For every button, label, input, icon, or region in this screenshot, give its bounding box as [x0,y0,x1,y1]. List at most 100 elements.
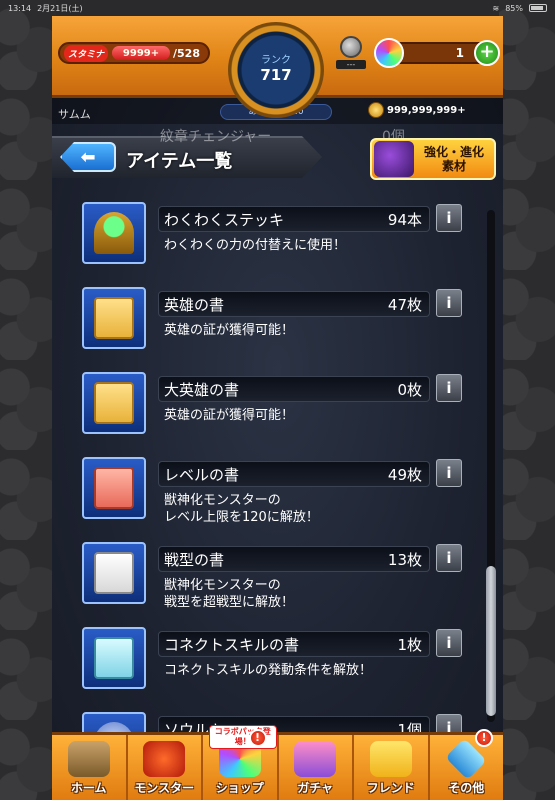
battery-icon [529,4,547,12]
alert-badge: ! [248,729,267,747]
tab-label: ガチャ [297,781,334,795]
item-icon-frame [82,372,146,434]
item-desc: 英雄の証が獲得可能！ [164,322,294,339]
stamina-label: スタミナ [64,44,109,62]
status-time: 13:14 [8,3,32,13]
home-icon [67,741,110,777]
item-qty: 94本 [387,211,422,229]
list-item[interactable]: 戦型の書 13枚 獣神化モンスターの 戦型を超戦型に解放！ i [72,542,472,627]
item-desc: 獣神化モンスターの 戦型を超戦型に解放！ [164,577,294,611]
item-desc-line: 獣神化モンスターの [164,578,281,593]
item-desc-line: 英雄の証が獲得可能！ [164,408,295,423]
rank-badge[interactable]: ランク 717 [228,22,324,118]
info-button[interactable]: i [436,374,462,402]
item-desc: 獣神化モンスターの レベル上限を120に解放！ [164,492,319,526]
monster-icon [374,141,414,177]
orb-icon [374,38,404,68]
tab-gacha[interactable]: ガチャ [279,735,354,800]
item-qty: 13枚 [387,551,422,569]
item-desc-line: 獣神化モンスターの [164,493,281,508]
item-qty: 0枚 [397,381,422,399]
tab-label: モンスター [134,781,195,795]
tab-label: ホーム [70,781,107,795]
alert-badge: ! [475,729,493,747]
stage-value: --- [336,60,366,69]
list-item[interactable]: レベルの書 49枚 獣神化モンスターの レベル上限を120に解放！ i [72,457,472,542]
item-desc-line: 戦型を超戦型に解放！ [164,595,295,610]
evolve-label-line1: 強化・進化 [423,145,484,159]
stage-indicator[interactable]: --- [336,36,366,72]
evolve-label-line2: 素材 [441,159,466,173]
gacha-icon [294,741,337,777]
buy-orb-button[interactable]: + [474,40,500,66]
orb-box: 1 + [374,38,500,68]
stamina-max: /528 [173,46,200,60]
tab-home[interactable]: ホーム [52,735,128,800]
list-item[interactable]: 英雄の書 47枚 英雄の証が獲得可能！ i [72,287,472,372]
item-qty: 1枚 [397,636,422,654]
item-desc-line: 英雄の証が獲得可能！ [164,323,295,338]
coin-icon [368,102,384,118]
item-icon-frame [82,287,146,349]
tab-label: ショップ [215,781,264,795]
evolve-materials-button[interactable]: 強化・進化 素材 [370,138,496,180]
sumu-label: サムム [58,108,91,121]
item-desc-line: わくわくの力の付替えに使用！ [164,238,347,253]
item-name: コネクトスキルの書 [164,636,300,654]
tab-friend[interactable]: フレンド [354,735,430,800]
evolve-label: 強化・進化 素材 [414,145,494,173]
rank-label: ランク [261,54,291,66]
list-item[interactable]: 大英雄の書 0枚 英雄の証が獲得可能！ i [72,372,472,457]
info-button[interactable]: i [436,289,462,317]
device-status-bar: 13:14 2月21日(土) ≋ 85% [0,0,555,16]
status-date: 2月21日(土) [37,3,83,13]
wifi-icon: ≋ [492,3,500,13]
stamina-current: 9999+ [112,46,171,60]
info-button[interactable]: i [436,629,462,657]
gold-value: 999,999,999+ [387,104,466,116]
info-button[interactable]: i [436,544,462,572]
item-icon-frame [82,457,146,519]
tab-monster[interactable]: モンスター [128,735,203,800]
right-stone-background [499,0,555,800]
info-button[interactable]: i [436,204,462,232]
bottom-tab-bar: ホーム モンスター コラボパック登場！ ! ショップ ガチャ フレンド ! その… [52,725,504,800]
magic-stick-icon [94,212,134,254]
item-name: 英雄の書 [164,296,225,314]
item-icon-frame [82,627,146,689]
scroll-icon [94,637,134,679]
list-item[interactable]: わくわくステッキ 94本 わくわくの力の付替えに使用！ i [72,202,472,287]
list-scrollbar[interactable] [486,210,496,722]
back-arrow-icon: ⬅ [80,146,96,168]
item-desc-line: レベル上限を120に解放！ [164,510,319,525]
globe-icon [340,36,362,58]
page-title: アイテム一覧 [126,151,233,172]
tab-shop[interactable]: コラボパック登場！ ! ショップ [203,725,279,800]
scrollbar-thumb[interactable] [486,566,496,716]
left-stone-background [0,0,56,800]
orb-count: 1 [455,46,464,60]
gold-display: 999,999,999+ [368,102,466,118]
list-item[interactable]: コネクトスキルの書 1枚 コネクトスキルの発動条件を解放！ i [72,627,472,712]
scroll-icon [94,382,134,424]
item-desc: 英雄の証が獲得可能！ [164,407,294,424]
item-name: レベルの書 [164,466,240,484]
tab-other[interactable]: ! その他 [430,729,504,800]
rank-value: 717 [260,65,292,84]
item-desc: コネクトスキルの発動条件を解放！ [164,662,372,679]
scroll-icon [94,552,134,594]
item-name: わくわくステッキ [164,211,285,229]
info-button[interactable]: i [436,459,462,487]
item-desc: わくわくの力の付替えに使用！ [164,237,346,254]
stamina-box: スタミナ 9999+ /528 [58,42,210,64]
battery-percent: 85% [505,3,523,13]
item-list: わくわくステッキ 94本 わくわくの力の付替えに使用！ i 英雄の書 47枚 英… [72,202,472,797]
item-desc-line: コネクトスキルの発動条件を解放！ [164,663,373,678]
tab-label: フレンド [366,781,415,795]
scroll-icon [94,467,134,509]
game-screen: スタミナ 9999+ /528 --- 1 + ランク 717 サムム あと 1… [52,16,503,800]
item-qty: 49枚 [387,466,422,484]
item-icon-frame [82,202,146,264]
scroll-icon [94,297,134,339]
item-qty: 47枚 [387,296,422,314]
